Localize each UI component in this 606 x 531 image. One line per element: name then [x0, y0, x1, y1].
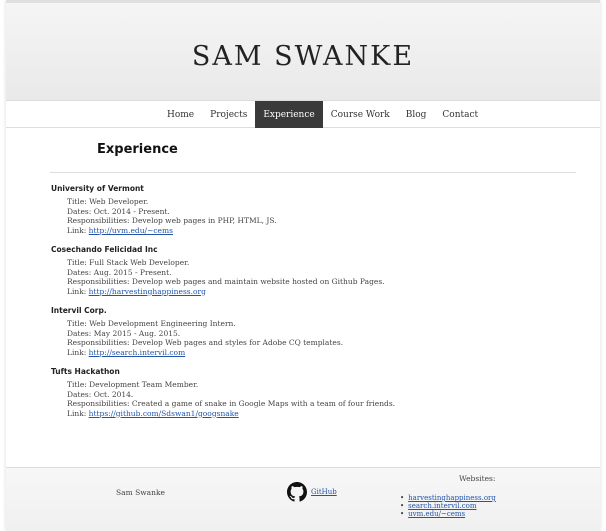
websites-list: • harvestinghappiness.org • search.intervi… — [400, 494, 496, 518]
nav-item-blog[interactable]: Blog — [398, 101, 435, 128]
link-prefix: Link: — [67, 408, 87, 418]
experience-item: Intervil Corp. Title: Web Development En… — [51, 306, 591, 357]
link-prefix: Link: — [67, 347, 87, 357]
job-dates: Dates: May 2015 - Aug. 2015. — [67, 328, 181, 338]
job-link[interactable]: http://search.intervil.com — [89, 348, 186, 357]
job-dates: Dates: Aug. 2015 - Present. — [67, 267, 172, 277]
site-header: SAM SWANKE — [6, 0, 600, 100]
bullet-icon: • — [400, 494, 405, 502]
experience-details: Title: Web Development Engineering Inter… — [51, 319, 591, 357]
job-link-line: Link: https://github.com/Sdswan1/googsna… — [67, 409, 591, 419]
list-item: • harvestinghappiness.org — [400, 494, 496, 502]
company-name: University of Vermont — [51, 184, 144, 193]
job-title: Title: Web Development Engineering Inter… — [67, 319, 236, 328]
job-responsibilities: Responsibilities: Created a game of snak… — [67, 399, 396, 408]
experience-item: Tufts Hackathon Title: Development Team … — [51, 367, 591, 418]
job-responsibilities: Responsibilities: Develop web pages and … — [67, 277, 385, 286]
nav-item-experience[interactable]: Experience — [255, 101, 323, 128]
link-prefix: Link: — [67, 225, 87, 235]
experience-details: Title: Development Team Member. Dates: O… — [51, 380, 591, 418]
link-prefix: Link: — [67, 286, 87, 296]
company-name: Intervil Corp. — [51, 306, 107, 315]
company-name: Tufts Hackathon — [51, 367, 120, 376]
website-link[interactable]: harvestinghappiness.org — [408, 494, 496, 502]
job-link[interactable]: http://uvm.edu/~cems — [89, 226, 173, 235]
nav-item-course-work[interactable]: Course Work — [323, 101, 398, 128]
job-title: Title: Full Stack Web Developer. — [67, 258, 190, 267]
github-icon[interactable] — [287, 482, 307, 502]
page-frame: SAM SWANKE Home Projects Experience Cour… — [6, 0, 600, 531]
nav-item-projects[interactable]: Projects — [202, 101, 255, 128]
experience-list: University of Vermont Title: Web Develop… — [51, 184, 591, 428]
nav-item-home[interactable]: Home — [159, 101, 202, 128]
list-item: • search.intervil.com — [400, 502, 496, 510]
nav-items: Home Projects Experience Course Work Blo… — [159, 101, 486, 128]
site-footer: Sam Swanke GitHub Websites: • harvestingh… — [6, 467, 600, 531]
website-link[interactable]: uvm.edu/~cems — [408, 510, 465, 518]
heading-divider — [50, 172, 576, 173]
experience-item: University of Vermont Title: Web Develop… — [51, 184, 591, 235]
job-title: Title: Development Team Member. — [67, 380, 199, 389]
website-link[interactable]: search.intervil.com — [408, 502, 476, 510]
list-item: • uvm.edu/~cems — [400, 510, 496, 518]
job-link[interactable]: http://harvestinghappiness.org — [89, 287, 206, 296]
job-dates: Dates: Oct. 2014. — [67, 389, 134, 399]
page-title: Experience — [97, 142, 178, 157]
bullet-icon: • — [400, 510, 405, 518]
company-name: Cosechando Felicidad Inc — [51, 245, 158, 254]
nav-item-contact[interactable]: Contact — [434, 101, 486, 128]
github-link[interactable]: GitHub — [311, 488, 337, 496]
job-responsibilities: Responsibilities: Develop Web pages and … — [67, 338, 344, 347]
footer-name: Sam Swanke — [116, 488, 165, 497]
job-responsibilities: Responsibilities: Develop web pages in P… — [67, 216, 277, 225]
main-nav: Home Projects Experience Course Work Blo… — [6, 100, 600, 128]
bullet-icon: • — [400, 502, 405, 510]
experience-details: Title: Web Developer. Dates: Oct. 2014 -… — [51, 197, 591, 235]
job-title: Title: Web Developer. — [67, 197, 149, 206]
job-link-line: Link: http://harvestinghappiness.org — [67, 287, 591, 297]
job-link-line: Link: http://search.intervil.com — [67, 348, 591, 358]
experience-details: Title: Full Stack Web Developer. Dates: … — [51, 258, 591, 296]
site-title: SAM SWANKE — [191, 41, 415, 72]
websites-title: Websites: — [459, 474, 496, 483]
experience-item: Cosechando Felicidad Inc Title: Full Sta… — [51, 245, 591, 296]
job-link[interactable]: https://github.com/Sdswan1/googsnake — [89, 409, 239, 418]
job-dates: Dates: Oct. 2014 - Present. — [67, 206, 170, 216]
job-link-line: Link: http://uvm.edu/~cems — [67, 226, 591, 236]
